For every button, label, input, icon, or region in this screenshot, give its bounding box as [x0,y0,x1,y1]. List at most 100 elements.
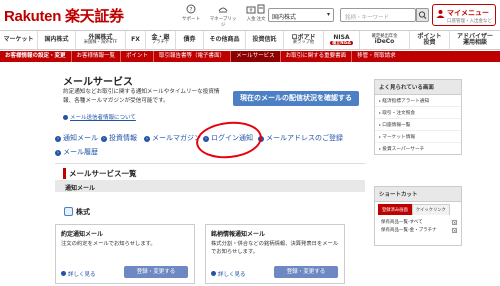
close-icon[interactable]: × [452,228,457,233]
service-card: 約定通知メール 注文の約定をメールでお知らせします。 詳しく見る 登録・変更する [55,224,195,284]
link-label: 通知メール [63,134,98,142]
nav-other-products[interactable]: その他商品 [204,31,246,49]
nav-nisa[interactable]: NISA 積立NISA [324,31,360,49]
support-label: サポート [182,17,200,22]
shortcut-label: 保有商品一覧-すべて [381,220,423,225]
close-icon[interactable]: × [452,220,457,225]
link-mail-history[interactable]: › メール履歴 [55,147,98,157]
nav-bond[interactable]: 債券 [176,31,204,49]
arrow-right-icon [211,271,216,276]
subnav-reports[interactable]: 取引報告書等（電子書面） [154,51,232,62]
recent-item[interactable]: 経済指標アラート通知 [375,95,461,107]
recent-screens-title: よく見られている画面 [375,80,461,95]
link-label: メール履歴 [63,148,98,156]
header: Rakuten 楽天証券 ? サポート マネーブリッジ ¥ 入金 注文 国内株式… [0,0,500,30]
rakuten-logo[interactable]: Rakuten 楽天証券 [4,5,124,26]
subnav-important-docs[interactable]: お取引に関する重要書面 [281,51,353,62]
arrow-right-icon [61,271,66,276]
nav-sublabel: 投資 [423,39,436,46]
nav-label: 投資信託 [252,35,277,43]
my-menu-sub: 口座管理・入出金など [447,19,492,24]
sender-info-link[interactable]: メール送信者情報について [63,113,136,121]
nav-investment-trust[interactable]: 投資信託 [246,31,284,49]
page-description: 約定通知などお取引に関する通知メールやタイムリーな投資情報、各種メールマガジンが… [63,89,220,104]
nav-robo-advisor[interactable]: ロボアド 楽ラップ他 [284,31,324,49]
search-input[interactable]: 銘柄・キーワード [340,8,416,22]
moneybridge-link[interactable]: マネーブリッジ [208,4,238,28]
nav-label: 債券 [183,35,196,43]
link-notification-mail[interactable]: › 通知メール [55,133,98,143]
nav-gold[interactable]: 金・銀 プラチナ [146,31,176,49]
shortcut-label: 保有商品一覧-金・プラチナ [381,228,437,233]
order-icon [257,4,265,14]
link-label: 投資情報 [109,134,137,142]
subcategory-title: 株式 [64,207,90,217]
link-investment-info[interactable]: › 投資情報 [101,133,137,143]
my-menu-button[interactable]: マイメニュー 口座管理・入出金など [432,4,496,26]
nav-point-investment[interactable]: ポイント 投資 [410,31,450,49]
nav-sublabel: プラチナ [151,39,170,45]
shortcut-item[interactable]: 保有商品一覧-すべて × [375,218,461,226]
nav-label: 国内株式 [44,35,69,43]
main-nav: マーケット 国内株式 外国株式 米国株・海外ETF FX 金・銀 プラチナ 債券 そ… [0,30,500,50]
details-link[interactable]: 詳しく見る [61,270,96,278]
recent-item[interactable]: マーケット情報 [375,131,461,143]
arrow-right-icon: › [55,136,61,142]
shortcut-item[interactable]: 保有商品一覧-金・プラチナ × [375,226,461,234]
nisa-badge: 積立NISA [330,40,353,46]
search-button[interactable] [416,8,429,22]
nav-market[interactable]: マーケット [0,31,38,49]
subnav-customer-info[interactable]: お客様情報一覧 [72,51,122,62]
search-scope-value: 国内株式 [272,14,297,21]
moneybridge-label: マネーブリッジ [209,17,237,28]
sub-nav: お客様情報の設定・変更 お客様情報一覧 ポイント 取引報告書等（電子書面） メー… [0,51,500,62]
subnav-settings[interactable]: お客様情報の設定・変更 [0,51,72,62]
support-icon: ? [186,4,196,14]
recent-item[interactable]: 取引・注文照会 [375,107,461,119]
recent-item[interactable]: 投資スーパーサーチ [375,143,461,154]
card-description: 注文の約定をメールでお知らせします。 [61,241,156,247]
nav-advisor[interactable]: アドバイザー 運用相談 [450,31,500,49]
search-placeholder: 銘柄・キーワード [345,14,390,21]
svg-text:?: ? [189,6,192,13]
recent-screens-panel: よく見られている画面 経済指標アラート通知 取引・注文照会 口座情報一覧 マーケ… [374,79,462,155]
arrow-right-icon: › [144,136,150,142]
tab-quicklink[interactable]: クイックリンク [411,204,450,215]
subcategory-label: 株式 [76,208,90,216]
shortcut-panel: ショートカット 登録済み画面 クイックリンク 保有商品一覧-すべて × 保有商品一… [374,186,462,246]
service-card: 銘柄情報通知メール 株式分割・併合などの銘柄情報、決算発表日をメールでお知らせし… [205,224,345,284]
nav-label: マーケット [3,35,34,43]
link-email-registration[interactable]: › メールアドレスのご登録 [258,133,343,143]
details-link[interactable]: 詳しく見る [211,270,246,278]
tab-registered[interactable]: 登録済み画面 [378,204,412,215]
details-label: 詳しく見る [68,272,96,278]
register-change-button[interactable]: 登録・変更する [274,266,338,278]
nav-domestic-stock[interactable]: 国内株式 [38,31,76,49]
arrow-right-icon: › [55,150,61,156]
card-title: 約定通知メール [61,231,104,238]
nav-ideco[interactable]: 確定拠出年金 iDeCo [360,31,410,49]
support-link[interactable]: ? サポート [176,4,206,22]
nav-foreign-stock[interactable]: 外国株式 米国株・海外ETF [76,31,126,49]
nav-fx[interactable]: FX [126,31,146,49]
user-icon [436,10,445,18]
my-menu-label: マイメニュー [447,9,489,17]
nav-sublabel: 楽ラップ他 [292,39,315,45]
link-label: メールアドレスのご登録 [266,134,343,142]
subnav-mail-service[interactable]: メールサービス [231,51,281,62]
nav-sublabel: 運用相談 [462,39,487,46]
link-mail-magazine[interactable]: › メールマガジン [144,133,201,143]
register-change-button[interactable]: 登録・変更する [124,266,188,278]
subnav-points[interactable]: ポイント [121,51,155,62]
recent-item[interactable]: 口座情報一覧 [375,119,461,131]
nav-sublabel: iDeCo [374,38,395,46]
search-scope-select[interactable]: 国内株式 [268,8,334,22]
search-icon [418,11,427,19]
stock-icon [64,207,73,216]
section-title: メールサービス一覧 [63,168,137,179]
check-delivery-status-button[interactable]: 現在のメールの配信状況を確認する [233,91,359,106]
order-label: 注文 [256,17,266,22]
subnav-transfer[interactable]: 移管・買取請求 [352,51,401,62]
moneybridge-icon [218,7,228,13]
card-description: 株式分割・併合などの銘柄情報、決算発表日をメールでお知らせします。 [211,241,339,255]
